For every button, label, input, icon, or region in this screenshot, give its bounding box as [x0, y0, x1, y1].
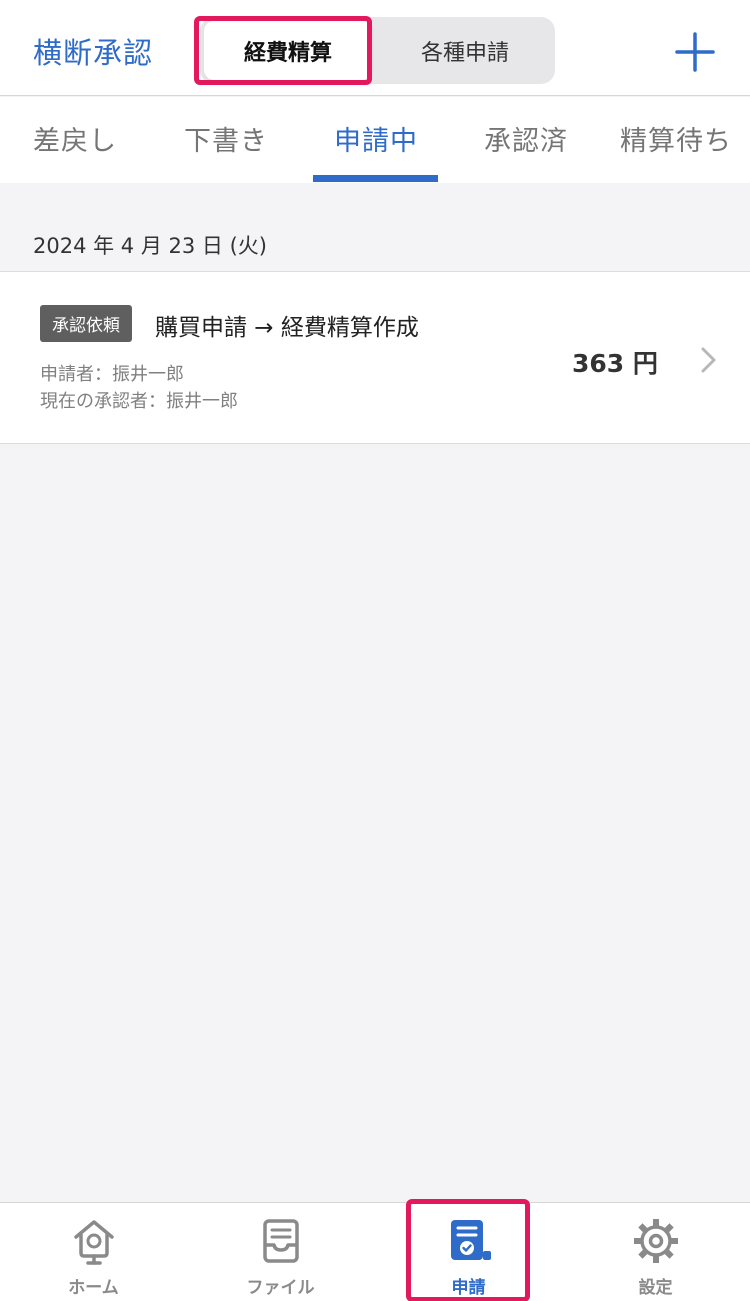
- nav-settings[interactable]: 設定: [562, 1203, 749, 1301]
- tab-draft[interactable]: 下書き: [184, 119, 268, 158]
- tab-approved[interactable]: 承認済: [484, 119, 568, 158]
- tab-applying[interactable]: 申請中: [334, 119, 418, 158]
- item-title: 購買申請 → 経費精算作成: [155, 315, 419, 341]
- chevron-right-icon: [701, 347, 716, 373]
- tab-returned[interactable]: 差戻し: [33, 119, 117, 158]
- nav-application-label: 申請: [451, 1278, 486, 1298]
- cross-approval-link[interactable]: 横断承認: [33, 30, 153, 72]
- status-tabs: 差戻し 下書き 申請中 承認済 精算待ち: [0, 97, 750, 183]
- tab-awaiting-settlement[interactable]: 精算待ち: [620, 119, 732, 158]
- segment-various-applications[interactable]: 各種申請: [378, 21, 552, 80]
- list-item[interactable]: 承認依頼 購買申請 → 経費精算作成 申請者：振井一郎 現在の承認者：振井一郎 …: [0, 271, 750, 444]
- active-tab-indicator: [313, 175, 438, 182]
- date-header: 2024 年 4 月 23 日 (火): [33, 234, 267, 258]
- nav-application[interactable]: 申請: [375, 1203, 562, 1301]
- applicant-text: 申請者：振井一郎: [40, 364, 184, 385]
- segmented-control: 経費精算 各種申請: [200, 17, 555, 84]
- plus-icon[interactable]: [675, 32, 715, 72]
- app-screen: 横断承認 経費精算 各種申請 差戻し 下書き 申請中 承認済 精算待ち 2024…: [0, 0, 750, 1301]
- top-bar: 横断承認 経費精算 各種申請: [0, 0, 750, 96]
- home-icon: [73, 1220, 114, 1265]
- nav-home[interactable]: ホーム: [0, 1203, 187, 1301]
- nav-file[interactable]: ファイル: [187, 1203, 374, 1301]
- document-check-icon: [450, 1220, 491, 1260]
- status-badge: 承認依頼: [40, 305, 132, 342]
- nav-home-label: ホーム: [68, 1278, 119, 1298]
- current-approver-text: 現在の承認者：振井一郎: [40, 391, 238, 412]
- gear-icon: [633, 1219, 678, 1263]
- nav-settings-label: 設定: [638, 1278, 673, 1298]
- inbox-tray-icon: [262, 1219, 299, 1263]
- bottom-nav: ホーム ファイル 申請 設定: [0, 1199, 750, 1301]
- amount-value: 363 円: [572, 349, 658, 378]
- segment-expense-settlement[interactable]: 経費精算: [204, 21, 372, 80]
- nav-file-label: ファイル: [246, 1278, 315, 1298]
